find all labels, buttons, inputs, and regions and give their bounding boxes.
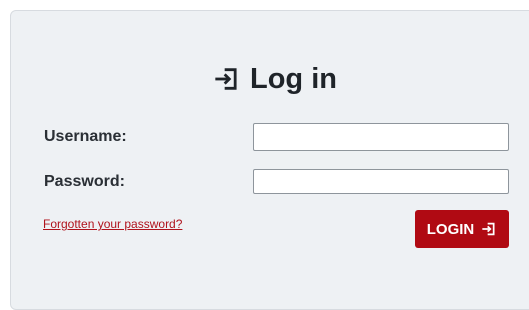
login-icon (482, 222, 495, 236)
page-title-text: Log in (250, 62, 337, 95)
login-button[interactable]: LOGIN (415, 210, 509, 248)
page-title: Log in (11, 59, 529, 99)
password-label: Password: (44, 173, 125, 190)
login-icon (215, 68, 237, 90)
username-label: Username: (44, 128, 127, 145)
login-button-label: LOGIN (426, 220, 475, 238)
login-panel: Log in Username: Password: Forgotten you… (10, 10, 529, 310)
username-field[interactable] (253, 123, 509, 151)
forgot-password-link[interactable]: Forgotten your password? (43, 217, 182, 231)
password-field[interactable] (253, 169, 509, 194)
